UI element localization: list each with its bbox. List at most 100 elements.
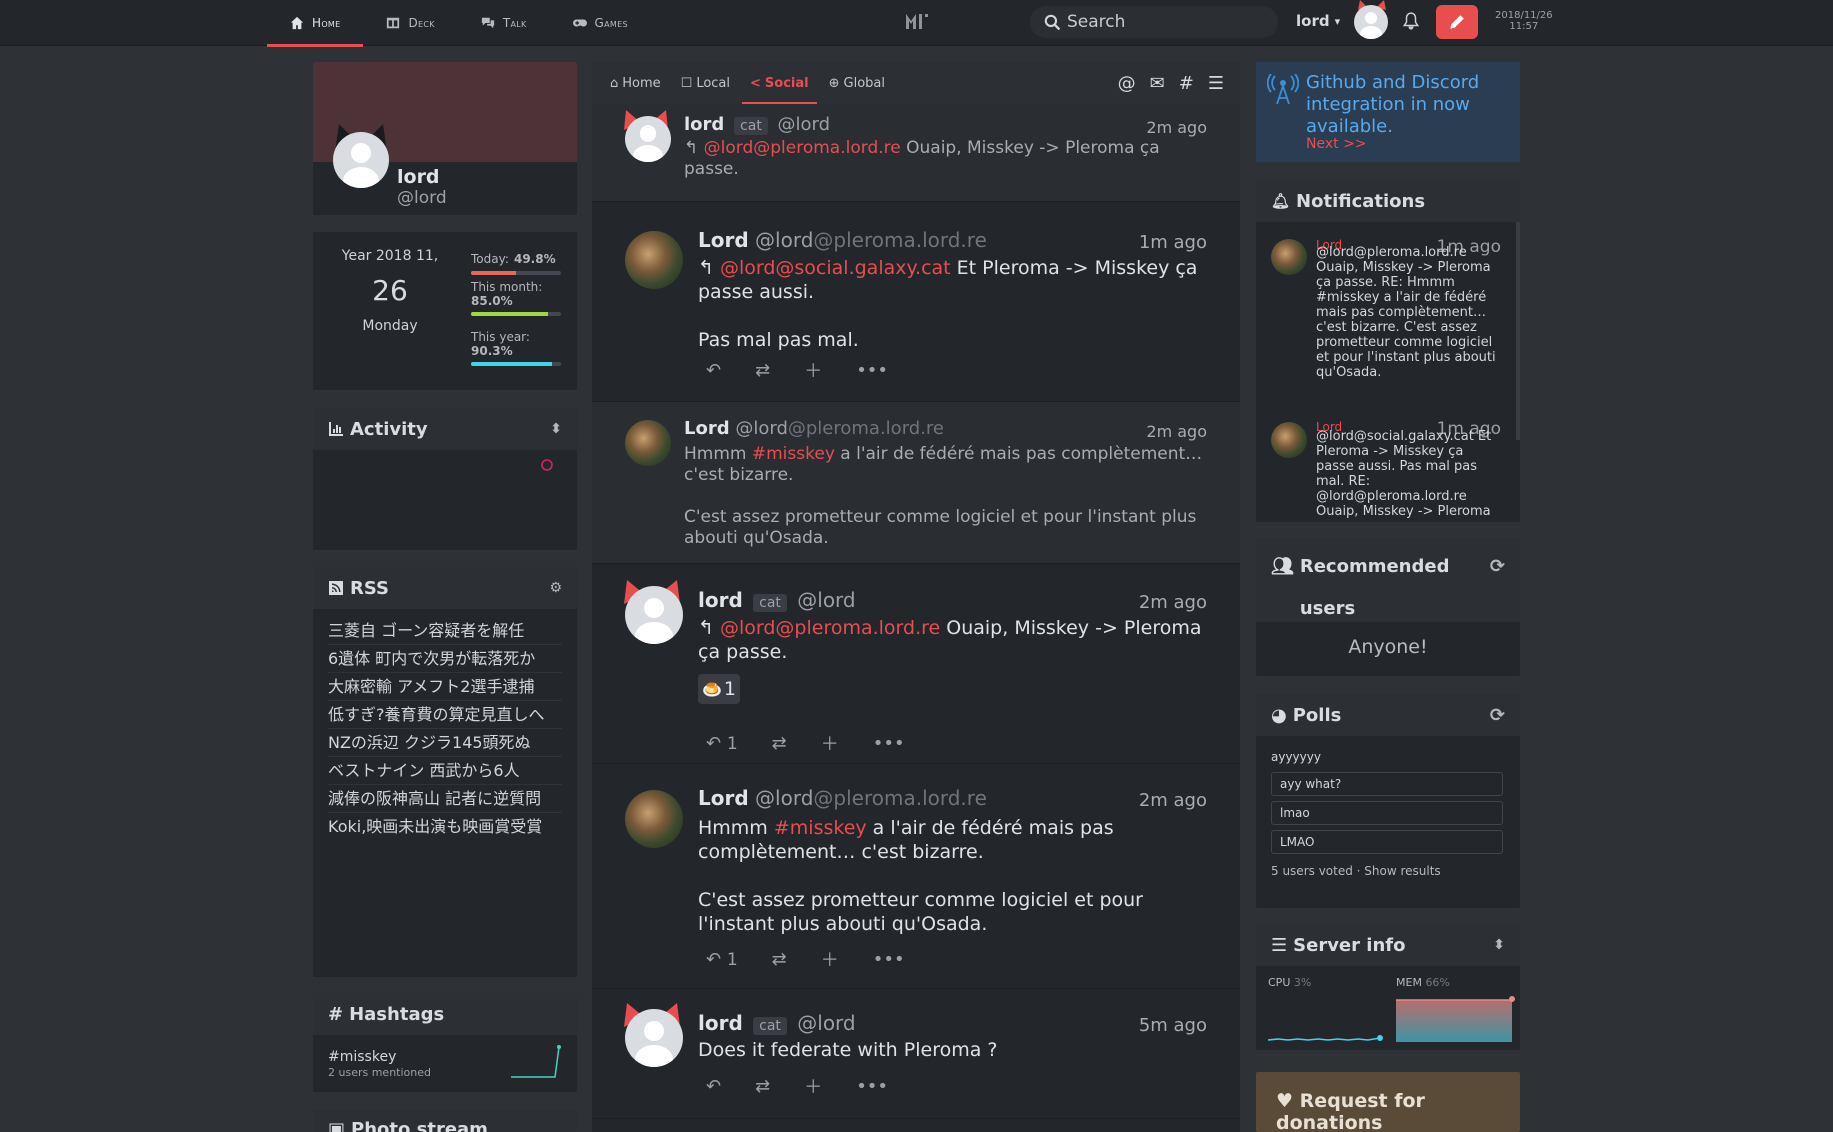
note-avatar[interactable] — [625, 420, 671, 466]
profile-card[interactable]: lord @lord — [313, 62, 577, 215]
reply-icon[interactable]: ↶ — [706, 1076, 721, 1097]
note-mention[interactable]: @lord@social.galaxy.cat — [720, 257, 951, 279]
notification-item[interactable]: Lord 1m ago @lord@social.galaxy.cat Et P… — [1316, 420, 1501, 519]
account-menu[interactable]: lord ▾ — [1296, 12, 1340, 30]
note-hashtag[interactable]: #misskey — [774, 817, 867, 839]
plus-icon[interactable]: ＋ — [804, 357, 822, 383]
compose-button[interactable] — [1436, 5, 1478, 39]
note-time[interactable]: 5m ago — [1139, 1015, 1207, 1036]
poll-option[interactable]: lmao — [1271, 801, 1503, 825]
notification-avatar[interactable] — [1271, 422, 1307, 458]
note-author-name[interactable]: Lord — [698, 786, 749, 810]
note-time[interactable]: 2m ago — [1146, 422, 1207, 441]
note-author-name[interactable]: Lord — [684, 418, 730, 439]
gear-icon[interactable]: ⚙ — [549, 580, 562, 596]
timeline-note[interactable]: Lord @lord@pleroma.lord.re 2m ago Hmmm #… — [592, 764, 1240, 989]
rss-item[interactable]: 大麻密輸 アメフト2選手逮捕 — [328, 673, 562, 701]
note-avatar[interactable] — [625, 1009, 683, 1067]
sort-icon[interactable]: ⬍ — [550, 421, 562, 437]
profile-avatar[interactable] — [333, 132, 389, 188]
timeline-note[interactable]: lord cat @lord 2m ago ↰ @lord@pleroma.lo… — [592, 104, 1240, 202]
plus-icon[interactable]: ＋ — [821, 946, 839, 972]
renote-icon[interactable]: ⇄ — [772, 949, 787, 970]
nav-item-talk[interactable]: Talk — [458, 0, 550, 46]
timeline-note[interactable]: lord cat @lord 2m ago ↰ @lord@pleroma.lo… — [592, 564, 1240, 764]
reply-icon[interactable]: ↶ — [706, 360, 721, 381]
note-author-name[interactable]: lord — [684, 114, 724, 135]
renote-icon[interactable]: ⇄ — [755, 1076, 770, 1097]
poll-footer[interactable]: 5 users voted · Show results — [1271, 864, 1503, 878]
announcement-next-link[interactable]: Next >> — [1306, 136, 1367, 152]
note-author-handle[interactable]: @lord — [797, 1011, 855, 1035]
more-icon[interactable]: ••• — [856, 1076, 888, 1097]
bell-icon[interactable] — [1402, 12, 1420, 30]
poll-question: ayyyyyy — [1271, 750, 1321, 764]
rss-item[interactable]: 減俸の阪神高山 記者に逆質問 — [328, 785, 562, 813]
notification-item[interactable]: Lord 1m ago @lord@pleroma.lord.re Ouaip,… — [1316, 238, 1501, 380]
timeline-note[interactable]: lord cat @lord 5m ago Does it federate w… — [592, 989, 1240, 1119]
nav-item-label: Games — [594, 16, 628, 30]
note-avatar[interactable] — [625, 586, 683, 644]
note-mention[interactable]: @lord@pleroma.lord.re — [720, 617, 940, 639]
reply-icon[interactable]: ↶ 1 — [706, 733, 738, 754]
note-author-handle[interactable]: @lord — [755, 228, 813, 252]
note-hashtag[interactable]: #misskey — [752, 444, 835, 464]
envelope-icon[interactable]: ✉ — [1150, 73, 1165, 94]
rss-item[interactable]: 低すぎ?養育費の算定見直しへ — [328, 701, 562, 729]
sort-icon[interactable]: ⬍ — [1493, 937, 1505, 953]
poll-option[interactable]: ayy what? — [1271, 772, 1503, 796]
plus-icon[interactable]: ＋ — [821, 730, 839, 756]
rss-item[interactable]: ベストナイン 西武から6人 — [328, 757, 562, 785]
list-icon[interactable]: ☰ — [1208, 73, 1224, 94]
note-avatar[interactable] — [625, 790, 683, 848]
rss-item[interactable]: 6遺体 町内で次男が転落死か — [328, 645, 562, 673]
rss-item[interactable]: Koki,映画未出演も映画賞受賞 — [328, 813, 562, 840]
renote-icon[interactable]: ⇄ — [755, 360, 770, 381]
tab-local[interactable]: ☐ Local — [673, 62, 738, 104]
refresh-icon[interactable]: ⟳ — [1490, 705, 1505, 726]
more-icon[interactable]: ••• — [856, 360, 888, 381]
reaction-pudding[interactable]: 🍮 1 — [698, 674, 741, 704]
tab-home[interactable]: ⌂ Home — [602, 62, 669, 104]
note-avatar[interactable] — [625, 231, 683, 289]
at-icon[interactable]: @ — [1118, 73, 1136, 94]
nav-item-games[interactable]: Games — [550, 0, 651, 46]
note-actions: ↶ 1 ⇄ ＋ ••• — [706, 946, 905, 972]
note-author-handle[interactable]: @lord — [797, 588, 855, 612]
note-mention[interactable]: @lord@pleroma.lord.re — [704, 138, 901, 158]
note-author-name[interactable]: lord — [698, 1011, 743, 1035]
nav-item-home[interactable]: Home — [267, 0, 364, 47]
poll-option[interactable]: LMAO — [1271, 830, 1503, 854]
notifications-scrollbar[interactable] — [1516, 222, 1520, 440]
nav-item-deck[interactable]: Deck — [363, 0, 457, 46]
note-author-name[interactable]: Lord — [698, 228, 749, 252]
note-time[interactable]: 2m ago — [1139, 592, 1207, 613]
nav-avatar[interactable] — [1354, 5, 1388, 39]
refresh-icon[interactable]: ⟳ — [1490, 546, 1505, 588]
notification-avatar[interactable] — [1271, 239, 1307, 275]
note-time[interactable]: 1m ago — [1139, 232, 1207, 253]
note-author-handle[interactable]: @lord — [778, 114, 831, 135]
more-icon[interactable]: ••• — [873, 733, 905, 754]
renote-icon[interactable]: ⇄ — [772, 733, 787, 754]
search-input[interactable]: Search — [1030, 6, 1278, 38]
timeline-note[interactable]: Lord @lord@pleroma.lord.re 1m ago ↰ @lor… — [592, 202, 1240, 402]
polls-title: Polls — [1292, 704, 1342, 726]
note-time[interactable]: 2m ago — [1146, 118, 1207, 137]
rss-item[interactable]: NZの浜辺 クジラ145頭死ぬ — [328, 729, 562, 757]
hashtag-icon[interactable]: # — [1179, 73, 1194, 94]
more-icon[interactable]: ••• — [873, 949, 905, 970]
rss-item[interactable]: 三菱自 ゴーン容疑者を解任 — [328, 617, 562, 645]
note-author-handle[interactable]: @lord — [735, 418, 788, 439]
misskey-logo[interactable] — [904, 11, 930, 31]
hashtag-link[interactable]: #misskey — [328, 1049, 396, 1065]
note-time[interactable]: 2m ago — [1139, 790, 1207, 811]
tab-global[interactable]: ⊕ Global — [821, 62, 893, 104]
note-avatar[interactable] — [625, 116, 671, 162]
plus-icon[interactable]: ＋ — [804, 1073, 822, 1099]
tab-social[interactable]: < Social — [742, 62, 817, 104]
note-author-handle[interactable]: @lord — [755, 786, 813, 810]
reply-icon[interactable]: ↶ 1 — [706, 949, 738, 970]
note-author-name[interactable]: lord — [698, 588, 743, 612]
timeline-note[interactable]: Lord @lord@pleroma.lord.re 2m ago Hmmm #… — [592, 402, 1240, 564]
